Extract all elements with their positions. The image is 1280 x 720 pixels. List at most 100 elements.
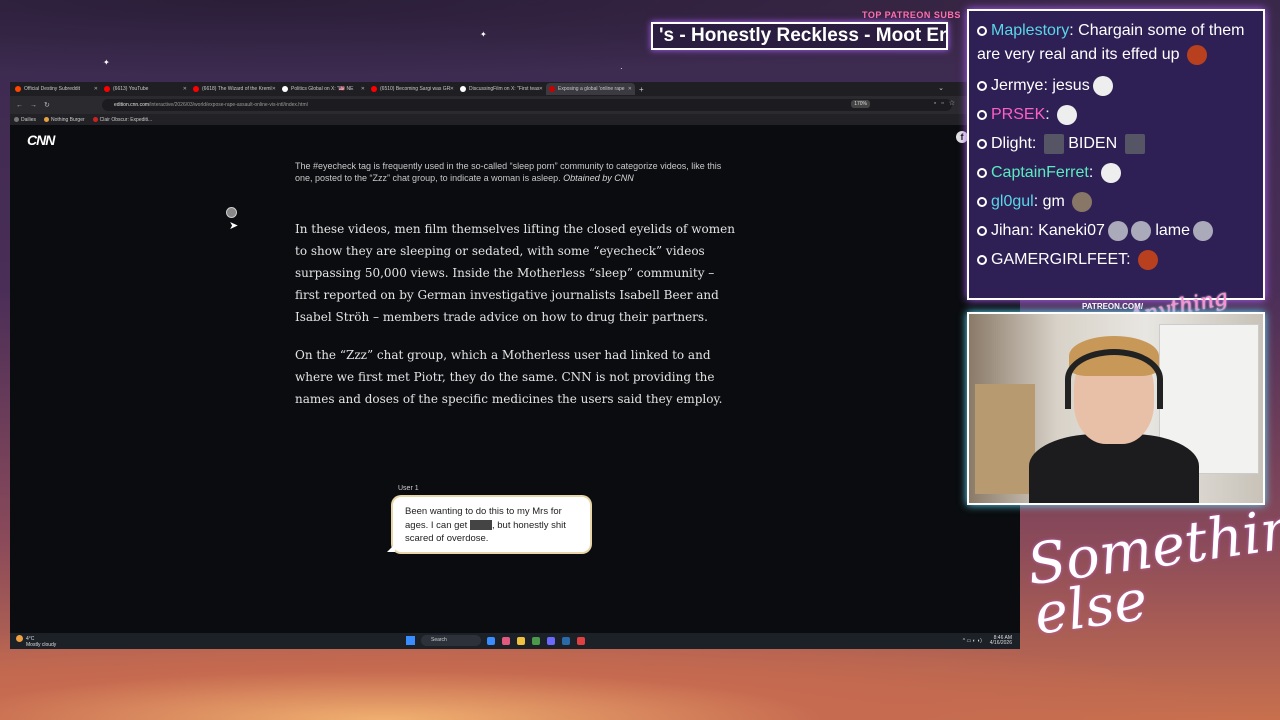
browser-window: Official Destiny Subreddit ✕ (6613) YouTu…	[10, 82, 1020, 649]
bookmark-dailies[interactable]: Dailies	[14, 117, 36, 123]
tray-icons[interactable]: ^ ▭ ◐ ◖)	[963, 638, 982, 644]
chat-message: Jermye: jesus	[977, 71, 1255, 100]
badge-icon	[977, 254, 987, 265]
clock[interactable]: 8:46 AM 4/16/2026	[990, 636, 1012, 646]
star-icon: ✦	[480, 30, 487, 39]
youtube-icon	[371, 86, 377, 92]
zoom-badge[interactable]: 170%	[851, 100, 870, 108]
close-icon[interactable]: ✕	[94, 86, 98, 92]
bookmark-nothing-burger[interactable]: Nothing Burger	[44, 117, 85, 123]
badge-icon	[977, 167, 987, 178]
tab-4[interactable]: Politics Global on X: "🇺🇸 NE ✕	[279, 83, 368, 95]
badge-icon	[977, 196, 987, 207]
reddit-icon	[15, 86, 21, 92]
tab-2[interactable]: (6613) YouTube ✕	[101, 83, 190, 95]
chat-message: Jihan: Kaneki07 lame	[977, 216, 1255, 245]
stream-chat: Maplestory: Chargain some of them are ve…	[967, 9, 1265, 300]
close-icon[interactable]: ✕	[361, 86, 365, 92]
tab-3[interactable]: (6618) The Wizard of the Kreml ✕	[190, 83, 279, 95]
chat-bubble: Been wanting to do this to my Mrs for ag…	[387, 497, 590, 552]
emote-icon	[1043, 133, 1064, 154]
star-icon: ✦	[103, 58, 110, 67]
folder-icon	[14, 117, 19, 122]
chevron-down-icon[interactable]: ⌄	[938, 84, 944, 92]
emote-icon	[1130, 220, 1151, 241]
address-bar-row: ← → ↻ edition.cnn.com/interactive/2026/0…	[10, 96, 1020, 114]
forward-icon[interactable]: →	[30, 102, 38, 109]
article-paragraph-2: On the “Zzz” chat group, which a Motherl…	[295, 348, 723, 406]
url-input[interactable]: edition.cnn.com/interactive/2026/03/worl…	[102, 99, 952, 111]
article-page: CNN f The #eyecheck tag is frequently us…	[10, 125, 1020, 633]
chat-message: Dlight: BIDEN	[977, 129, 1255, 158]
windows-taskbar: 4°C Mostly cloudy Search ^ ▭ ◐ ◖) 8:46 AM…	[10, 633, 1020, 649]
taskbar-apps: Search	[406, 635, 592, 646]
cnn-logo[interactable]: CNN	[27, 132, 55, 148]
emote-icon	[1072, 191, 1093, 212]
task-view-icon[interactable]	[487, 636, 495, 645]
game-icon	[92, 117, 98, 122]
close-icon[interactable]: ✕	[628, 86, 632, 92]
burger-icon	[44, 117, 50, 122]
system-tray: ^ ▭ ◐ ◖) 8:46 AM 4/16/2026	[963, 636, 1012, 646]
patreon-marquee: 's - Honestly Reckless - Moot Enj	[651, 22, 948, 50]
badge-icon	[977, 109, 987, 120]
weather-widget[interactable]: 4°C Mostly cloudy	[16, 635, 56, 648]
chat-message: Maplestory: Chargain some of them are ve…	[977, 22, 1245, 65]
chat-message: CaptainFerret:	[977, 158, 1255, 187]
emote-icon	[1057, 104, 1078, 125]
article-paragraph-1: In these videos, men film themselves lif…	[295, 222, 735, 324]
patreon-subs-label: TOP PATREON SUBS	[862, 10, 961, 20]
caption-credit: Obtained by CNN	[563, 173, 634, 183]
tab-1[interactable]: Official Destiny Subreddit ✕	[12, 83, 101, 95]
taskbar-search[interactable]: Search	[421, 635, 481, 646]
emote-icon	[1092, 75, 1113, 96]
back-icon[interactable]: ←	[16, 102, 24, 109]
tab-bar: Official Destiny Subreddit ✕ (6613) YouTu…	[10, 82, 1020, 96]
emote-icon	[1124, 133, 1145, 154]
badge-icon	[977, 25, 987, 36]
x-icon	[282, 86, 288, 92]
cnn-favicon-icon	[549, 86, 555, 92]
tab-7-active[interactable]: Exposing a global 'online rape ✕	[546, 83, 635, 95]
star-icon: ·	[620, 64, 623, 73]
close-icon[interactable]: ✕	[539, 86, 543, 92]
discord-icon[interactable]	[547, 636, 555, 645]
redaction-box	[469, 519, 492, 530]
reload-icon[interactable]: ↻	[44, 101, 52, 109]
emote-icon	[1186, 44, 1207, 65]
headphones-icon	[1065, 349, 1163, 409]
x-icon	[460, 86, 466, 92]
extension-icons[interactable]: ▫▫☆	[934, 99, 960, 107]
tab-6[interactable]: DiscussingFilm on X: "First teas ✕	[457, 83, 546, 95]
badge-icon	[977, 80, 987, 91]
badge-icon	[977, 225, 987, 236]
app-icon[interactable]	[577, 636, 585, 645]
file-explorer-icon[interactable]	[517, 636, 525, 645]
youtube-icon	[193, 86, 199, 92]
tab-5[interactable]: (6510) Becoming Sargi was GR ✕	[368, 83, 457, 95]
emote-icon	[1100, 162, 1121, 183]
emote-icon	[1107, 220, 1128, 241]
close-icon[interactable]: ✕	[183, 86, 187, 92]
image-caption: The #eyecheck tag is frequently used in …	[295, 161, 722, 183]
webcam-feed	[967, 312, 1265, 505]
windows-start-icon[interactable]	[406, 636, 415, 645]
bookmark-clair-obscur[interactable]: Clair Obscur: Expediti...	[92, 117, 152, 123]
chat-message: GAMERGIRLFEET:	[977, 245, 1255, 274]
close-icon[interactable]: ✕	[450, 86, 454, 92]
close-icon[interactable]: ✕	[272, 86, 276, 92]
new-tab-button[interactable]: +	[639, 85, 644, 94]
weather-icon	[16, 635, 23, 642]
badge-icon	[977, 138, 987, 149]
emote-icon	[1138, 249, 1159, 270]
cursor-highlight-icon	[226, 207, 237, 218]
app-icon[interactable]	[532, 636, 540, 645]
youtube-icon	[104, 86, 110, 92]
bookmarks-bar: Dailies Nothing Burger Clair Obscur: Exp…	[10, 114, 1020, 125]
chat-message: gl0gul: gm	[977, 187, 1255, 216]
steam-icon[interactable]	[562, 636, 570, 645]
chat-message: PRSEK:	[977, 100, 1255, 129]
app-icon[interactable]	[502, 636, 510, 645]
chat-user-label: User 1	[398, 485, 419, 492]
emote-icon	[1193, 220, 1213, 241]
